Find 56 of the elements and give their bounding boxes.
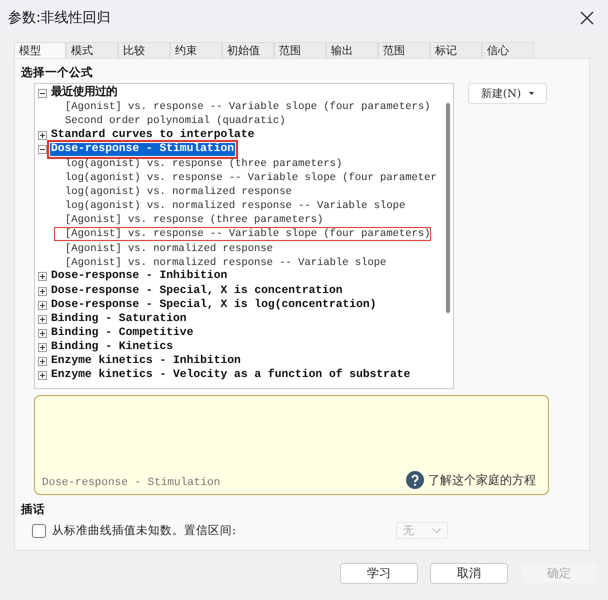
tree-item[interactable]: log(agonist) vs. response (three parameters): [65, 158, 342, 170]
expander-icon[interactable]: [38, 328, 47, 338]
tree-item[interactable]: Second order polynomial (quadratic): [65, 115, 286, 128]
expander-icon[interactable]: [38, 343, 47, 352]
expander-icon[interactable]: [38, 371, 47, 380]
new-dropdown-button[interactable]: 新建(N): [468, 83, 547, 104]
expander-icon[interactable]: [38, 272, 47, 282]
tree-group-item[interactable]: Dose-response - Special, X is log(concentration): [50, 298, 378, 312]
tree-group-item[interactable]: Binding - Competitive: [50, 326, 194, 340]
help-icon[interactable]: [406, 471, 424, 489]
window-title: 参数:非线性回归: [8, 9, 111, 27]
dialog-button[interactable]: 学习: [340, 563, 418, 584]
chevron-down-icon: [432, 528, 441, 533]
tree-group-item[interactable]: 最近使用过的: [50, 86, 118, 100]
expander-icon[interactable]: [38, 145, 47, 154]
tab[interactable]: 初始值: [222, 42, 274, 59]
tree-item[interactable]: log(agonist) vs. normalized response: [65, 186, 292, 198]
tree-group-item[interactable]: Dose-response - Inhibition: [50, 270, 228, 284]
tree-group-item[interactable]: Dose-response - Special, X is concentration: [50, 284, 344, 298]
tab[interactable]: 信心: [482, 42, 534, 59]
tab[interactable]: 约束: [170, 42, 222, 59]
tab[interactable]: 范围: [274, 42, 326, 59]
tree-item[interactable]: [Agonist] vs. normalized response: [65, 242, 273, 255]
checkbox-label[interactable]: 从标准曲线插值未知数。置信区间:: [52, 523, 396, 538]
tree-group-item[interactable]: Standard curves to interpolate: [50, 128, 256, 142]
expander-icon[interactable]: [38, 130, 47, 140]
tab[interactable]: 比较: [118, 42, 170, 59]
expander-icon[interactable]: [38, 88, 47, 98]
section-title: 选择一个公式: [21, 65, 94, 80]
scrollbar-thumb[interactable]: [446, 103, 450, 313]
family-name: Dose-response - Stimulation: [42, 477, 220, 489]
tab[interactable]: 标记: [430, 42, 482, 59]
expander-icon[interactable]: [38, 300, 47, 310]
expander-icon[interactable]: [38, 357, 47, 366]
tree-group-item[interactable]: Enzyme kinetics - Inhibition: [50, 355, 242, 368]
tree-item[interactable]: [Agonist] vs. response -- Variable slope (four parameters): [55, 228, 430, 240]
tree-item[interactable]: log(agonist) vs. normalized response -- Variable slope: [65, 200, 406, 212]
tab[interactable]: 输出: [326, 42, 378, 59]
tree-item[interactable]: [Agonist] vs. response -- Variable slope (four parameters): [65, 101, 430, 114]
help-link[interactable]: 了解这个家庭的方程: [428, 472, 536, 488]
tree-group-item[interactable]: Dose-response - Stimulation: [50, 143, 236, 156]
close-icon[interactable]: [580, 11, 594, 25]
dialog-button[interactable]: 取消: [430, 563, 508, 584]
tree-item[interactable]: [Agonist] vs. normalized response -- Variable slope: [65, 256, 386, 269]
expander-icon[interactable]: [38, 286, 47, 296]
tree-item[interactable]: [Agonist] vs. response (three parameters): [65, 214, 324, 226]
tree-item[interactable]: log(agonist) vs. response -- Variable slope (four parameter: [65, 172, 437, 184]
caret-icon: [529, 92, 534, 95]
checkbox[interactable]: [32, 524, 46, 538]
section-title: 插话: [21, 502, 46, 517]
tree-group-item[interactable]: Enzyme kinetics - Velocity as a function of substrate: [50, 369, 412, 382]
tree-group-item[interactable]: Binding - Kinetics: [50, 341, 174, 354]
tab[interactable]: 范围: [378, 42, 430, 59]
tree-group-item[interactable]: Binding - Saturation: [50, 312, 188, 326]
tab[interactable]: 模式: [66, 42, 118, 59]
expander-icon[interactable]: [38, 314, 47, 324]
